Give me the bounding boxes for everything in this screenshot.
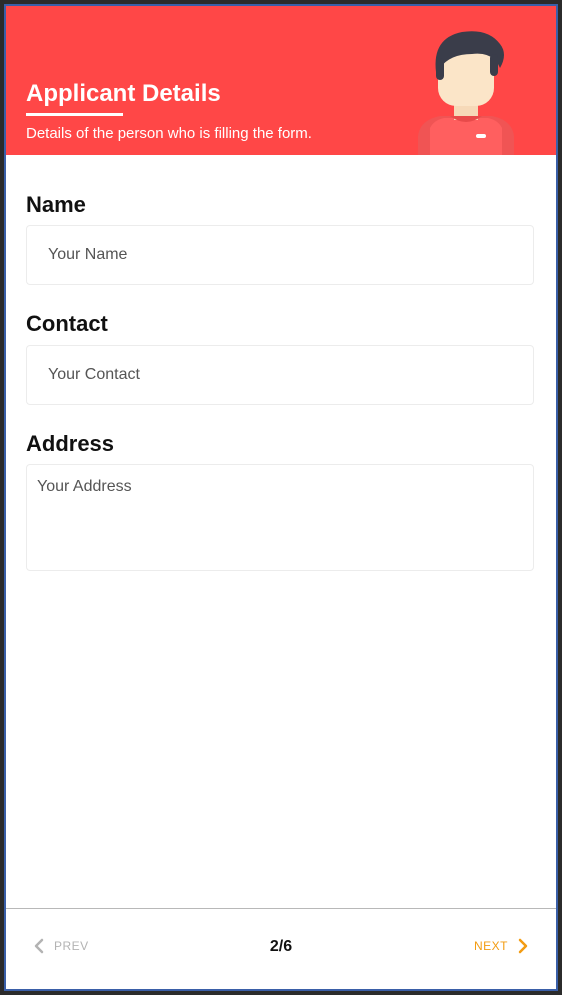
title-underline [26, 113, 123, 116]
name-label: Name [26, 192, 86, 217]
app-frame: Applicant Details Details of the person … [4, 4, 558, 991]
form-header: Applicant Details Details of the person … [6, 6, 556, 155]
name-field-container [26, 225, 534, 285]
address-textarea[interactable] [27, 465, 533, 570]
next-button[interactable]: NEXT [474, 938, 528, 954]
page-title: Applicant Details [26, 80, 221, 107]
chevron-right-icon [518, 938, 528, 954]
form-footer: PREV 2/6 NEXT [6, 908, 556, 989]
page-subtitle: Details of the person who is filling the… [26, 125, 312, 142]
contact-label: Contact [26, 311, 108, 336]
contact-field-container [26, 345, 534, 405]
person-avatar-icon [418, 31, 514, 155]
contact-input[interactable] [27, 346, 533, 404]
next-label: NEXT [473, 939, 508, 953]
address-label: Address [26, 431, 115, 456]
address-field-container [26, 464, 534, 571]
name-input[interactable] [27, 226, 533, 284]
